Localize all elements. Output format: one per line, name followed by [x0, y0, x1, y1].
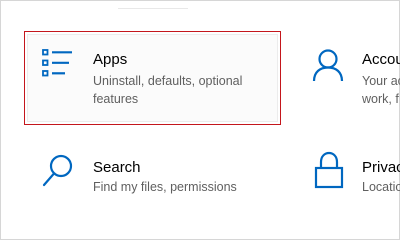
apps-list-icon	[41, 48, 73, 78]
apps-tile-description: Uninstall, defaults, optional features	[93, 74, 243, 106]
accounts-tile-description-line1: Your ac	[362, 74, 400, 88]
person-icon	[311, 48, 345, 82]
lock-icon	[313, 151, 345, 189]
apps-tile-title: Apps	[93, 51, 128, 68]
privacy-tile-description: Locatio	[362, 180, 400, 194]
privacy-tile-title: Privac	[362, 159, 400, 176]
accounts-tile-description-line2: work, f	[362, 92, 399, 106]
search-tile-description: Find my files, permissions	[93, 180, 237, 194]
search-icon	[41, 153, 75, 189]
top-divider	[118, 0, 188, 9]
accounts-tile-title: Accou	[362, 51, 400, 68]
search-tile-title: Search	[93, 159, 141, 176]
